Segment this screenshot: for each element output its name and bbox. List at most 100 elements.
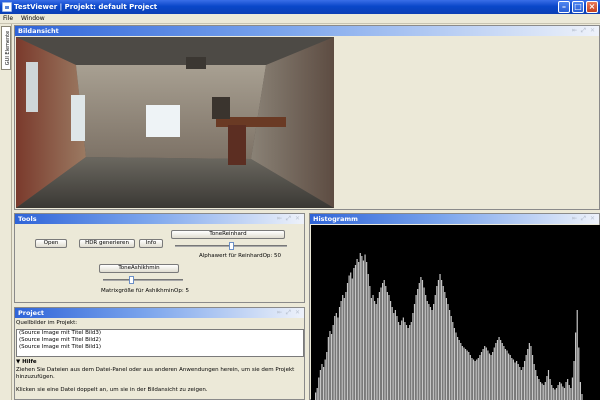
tone-ashikhmin-button[interactable]: ToneAshikhmin (99, 264, 179, 273)
reinhard-slider[interactable] (175, 242, 287, 250)
histogram-bar (433, 304, 435, 400)
histogram-bar (431, 310, 433, 400)
histogram-bar (348, 275, 350, 400)
histogram-bar (356, 259, 358, 400)
ashikhmin-slider-thumb[interactable] (129, 276, 134, 284)
gui-elemente-tab[interactable]: GUI Elemente (1, 26, 11, 70)
histogram-bar (563, 388, 566, 400)
histogram-bar (402, 317, 404, 400)
histogram-bar (578, 347, 580, 400)
close-icon[interactable]: ✕ (588, 26, 597, 36)
close-icon[interactable]: ✕ (293, 308, 302, 318)
histogram-bar (570, 388, 572, 400)
list-item[interactable]: (Source Image mit Titel Bild3) (19, 330, 303, 337)
ashikhmin-slider[interactable] (103, 276, 183, 284)
info-button[interactable]: Info (139, 239, 163, 248)
tools-title-bar: Tools ⇤ ⤢ ✕ (15, 214, 304, 224)
menu-file[interactable]: File (0, 14, 16, 24)
list-item[interactable]: (Source Image mit Titel Bild2) (19, 337, 303, 344)
histogram-bar (394, 310, 396, 400)
histogram-bar (562, 386, 564, 400)
histogram-bar (370, 298, 373, 400)
histogram-bar (428, 304, 430, 400)
reinhard-slider-label: Alphawert für ReinhardOp: 50 (199, 253, 282, 259)
histogram-bar (321, 364, 323, 400)
histogram-bar (401, 320, 403, 400)
histogram-bar (327, 337, 329, 400)
histogram-bar (383, 280, 385, 400)
histogram-bar (516, 361, 518, 400)
histogramm-title-bar: Histogramm ⇤ ⤢ ✕ (310, 214, 599, 224)
window-title-bar[interactable]: TestViewer | Projekt: default Project – … (0, 0, 600, 14)
maximize-icon[interactable]: □ (572, 1, 584, 13)
histogram-bar (547, 370, 550, 400)
histogram-bar (503, 346, 505, 400)
hdr-photo (16, 37, 334, 208)
window-back (146, 105, 180, 137)
image-view-area[interactable] (15, 36, 599, 209)
histogram-bar (342, 295, 344, 400)
project-title: Project (18, 309, 45, 317)
reinhard-slider-thumb[interactable] (228, 242, 234, 250)
histogram-bar (334, 316, 336, 400)
histogram-bar (335, 313, 337, 400)
histogram-bar (434, 295, 436, 400)
histogram-bar (541, 383, 543, 400)
pipe (186, 57, 206, 69)
histogram-bar (560, 383, 562, 400)
quellbilder-list[interactable]: (Source Image mit Titel Bild3) (Source I… (16, 329, 304, 357)
histogram-bar (482, 349, 484, 400)
histogram-bar (351, 278, 353, 400)
histogram-bar (407, 328, 409, 400)
app-icon (2, 2, 12, 12)
histogram-bar (396, 316, 398, 400)
histogram-bar (488, 353, 491, 400)
histogram-bar (471, 358, 473, 400)
hdr-generieren-button[interactable]: HDR generieren (79, 239, 135, 248)
histogram-bar (464, 349, 467, 400)
restore-icon[interactable]: ⇤ (570, 214, 579, 224)
maximize-icon[interactable]: ⤢ (579, 214, 588, 224)
histogram-bar (318, 377, 320, 400)
histogram-bar (557, 385, 559, 400)
close-icon[interactable]: ✕ (293, 214, 302, 224)
histogram-bar (490, 355, 492, 400)
menu-window[interactable]: Window (18, 14, 48, 24)
histogram-bar (322, 367, 325, 400)
minimize-icon[interactable]: – (558, 1, 570, 13)
ashikhmin-slider-track (103, 279, 183, 281)
open-button[interactable]: Open (35, 239, 67, 248)
histogram-bar (581, 394, 583, 400)
list-item[interactable]: (Source Image mit Titel Bild1) (19, 344, 303, 351)
maximize-icon[interactable]: ⤢ (579, 26, 588, 36)
histogram-bar (498, 337, 500, 400)
histogram-bar (536, 376, 538, 400)
restore-icon[interactable]: ⇤ (275, 308, 284, 318)
histogram-bar (378, 292, 381, 400)
hilfe-toggle[interactable]: ▼ Hilfe (16, 359, 37, 365)
histogram-bar (418, 283, 420, 400)
histogram-canvas (311, 225, 600, 400)
histogram-bar (456, 337, 459, 400)
histogram-bar (453, 328, 455, 400)
maximize-icon[interactable]: ⤢ (284, 308, 293, 318)
tools-title: Tools (18, 215, 37, 223)
maximize-icon[interactable]: ⤢ (284, 214, 293, 224)
histogram-bar (552, 388, 554, 400)
histogram-bar (338, 307, 341, 400)
histogram-bar (549, 379, 551, 400)
histogram-bar (458, 340, 460, 400)
restore-icon[interactable]: ⇤ (275, 214, 284, 224)
tools-panel: Tools ⇤ ⤢ ✕ Open HDR generieren Info ToneR… (14, 213, 305, 303)
histogram-bar (337, 317, 339, 400)
window-title: TestViewer | Projekt: default Project (14, 3, 158, 11)
close-icon[interactable]: ✕ (588, 214, 597, 224)
histogramm-title: Histogramm (313, 215, 358, 223)
histogram-bar (468, 352, 470, 400)
close-icon[interactable]: × (586, 1, 598, 13)
histogram-bar (386, 292, 388, 400)
tone-reinhard-button[interactable]: ToneReinhard (171, 230, 285, 239)
histogram-bar (366, 262, 368, 400)
restore-icon[interactable]: ⇤ (570, 26, 579, 36)
histogram-bar (345, 292, 347, 400)
